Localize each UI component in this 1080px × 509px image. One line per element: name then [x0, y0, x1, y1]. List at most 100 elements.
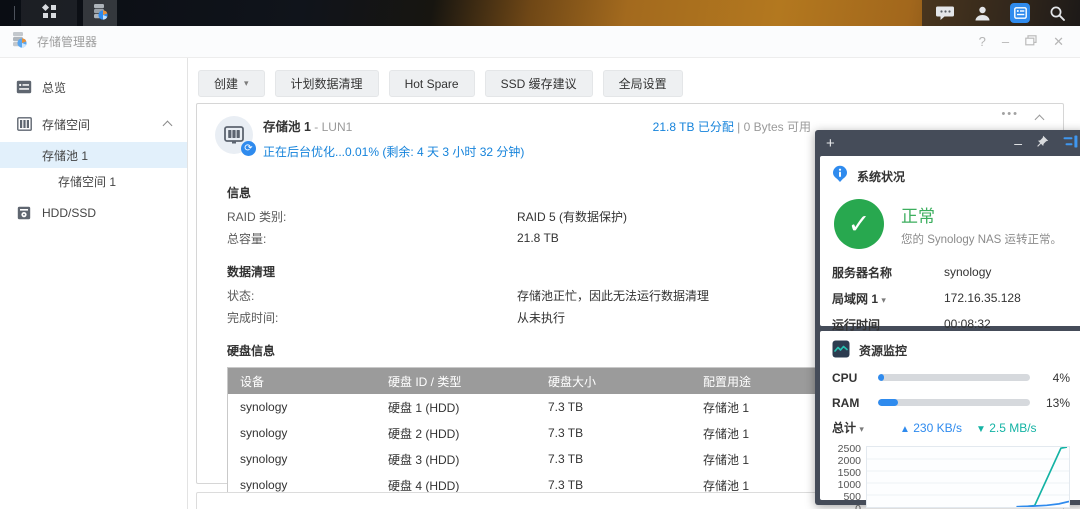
row-label: RAID 类别: [227, 208, 517, 225]
sync-badge-icon: ⟳ [241, 141, 256, 156]
widget-title: 系统状况 [857, 168, 905, 185]
resource-monitor-header: 资源监控 [832, 340, 1070, 361]
row-label: 服务器名称 [832, 264, 944, 281]
cpu-percent: 4% [1040, 371, 1070, 385]
download-rate: ▼ 2.5 MB/s [976, 421, 1037, 435]
overview-icon [16, 79, 32, 95]
cell-size: 7.3 TB [548, 452, 703, 466]
cpu-label: CPU [832, 371, 878, 385]
button-label: 计划数据清理 [291, 75, 363, 92]
window-title: 存储管理器 [37, 33, 97, 50]
cell-id-type: 硬盘 3 (HDD) [388, 451, 548, 468]
health-check-icon: ✓ [834, 199, 884, 249]
row-label: 完成时间: [227, 309, 517, 326]
dock-panel-icon[interactable] [1063, 135, 1078, 151]
ram-bar [878, 399, 1030, 406]
row-label[interactable]: 局域网 1 ▾ [832, 290, 944, 307]
sidebar-item-label: 存储池 1 [42, 147, 88, 164]
sidebar-item-label: 存储空间 1 [58, 173, 116, 190]
hot-spare-button[interactable]: Hot Spare [389, 70, 475, 97]
cell-id-type: 硬盘 2 (HDD) [388, 425, 548, 442]
resource-monitor-widget: 资源监控 CPU 4% RAM 13% 总计 ▾ ▲ 230 KB/s ▼ 2.… [820, 331, 1080, 500]
row-value: 从未执行 [517, 309, 565, 326]
data-scrubbing-schedule-button[interactable]: 计划数据清理 [275, 70, 379, 97]
upload-arrow-icon: ▲ [900, 424, 910, 435]
cell-device: synology [228, 452, 388, 466]
collapse-icon[interactable] [1036, 116, 1043, 123]
row-label: 运行时间 [832, 316, 944, 333]
taskbar [0, 0, 1080, 26]
column-header: 硬盘大小 [548, 373, 703, 390]
taskbar-storage-manager-button[interactable] [83, 0, 117, 26]
caret-down-icon: ▾ [881, 295, 886, 305]
pin-icon[interactable] [1036, 135, 1049, 151]
sidebar-item-label: 存储空间 [42, 116, 90, 133]
row-value: synology [944, 265, 991, 279]
notifications-icon[interactable] [936, 5, 955, 22]
row-value: 172.16.35.128 [944, 291, 1021, 305]
window-titlebar: 存储管理器 ? – ✕ [0, 26, 1080, 58]
help-button[interactable]: ? [979, 34, 986, 49]
row-value: 00:08:32 [944, 317, 991, 331]
cell-device: synology [228, 426, 388, 440]
ssd-cache-advisor-button[interactable]: SSD 缓存建议 [485, 70, 593, 97]
user-account-icon[interactable] [974, 5, 991, 22]
pool-allocation: 21.8 TB 已分配 | 0 Bytes 可用 [653, 118, 811, 135]
ram-percent: 13% [1040, 396, 1070, 410]
global-settings-button[interactable]: 全局设置 [603, 70, 683, 97]
storage-manager-title-icon [10, 31, 28, 52]
search-icon[interactable] [1049, 5, 1066, 22]
server-name-row: 服务器名称 synology [832, 259, 1070, 285]
pool-name: 存储池 1 [263, 120, 311, 134]
cell-size: 7.3 TB [548, 400, 703, 414]
sidebar-item-label: 总览 [42, 79, 66, 96]
widgets-panel-header: + – [820, 130, 1080, 156]
row-value: 存储池正忙，因此无法运行数据清理 [517, 287, 709, 304]
create-button[interactable]: 创建 ▾ [198, 70, 265, 97]
lan-row: 局域网 1 ▾ 172.16.35.128 [832, 285, 1070, 311]
widgets-icon[interactable] [1010, 3, 1030, 23]
sidebar-item-volume-1[interactable]: 存储空间 1 [0, 168, 187, 194]
chevron-up-icon[interactable] [163, 121, 173, 131]
desktop: 存储管理器 ? – ✕ 总览 存储空间 [0, 0, 1080, 509]
cell-id-type: 硬盘 1 (HDD) [388, 399, 548, 416]
column-header: 设备 [228, 373, 388, 390]
row-value: 21.8 TB [517, 231, 559, 245]
main-menu-icon [41, 3, 58, 23]
toolbar: 创建 ▾ 计划数据清理 Hot Spare SSD 缓存建议 全局设置 [188, 58, 1080, 97]
taskbar-divider [14, 6, 15, 20]
total-label[interactable]: 总计 ▾ [832, 419, 878, 436]
main-menu-button[interactable] [21, 0, 77, 26]
storage-pool-icon: ⟳ [215, 116, 253, 154]
hdd-icon [16, 205, 32, 221]
restore-button[interactable] [1025, 34, 1037, 49]
sidebar-item-hdd-ssd[interactable]: HDD/SSD [0, 200, 187, 226]
sidebar-item-overview[interactable]: 总览 [0, 74, 187, 100]
caret-down-icon: ▾ [859, 424, 864, 434]
cell-size: 7.3 TB [548, 478, 703, 492]
cell-device: synology [228, 400, 388, 414]
cell-device: synology [228, 478, 388, 492]
storage-volumes-icon [16, 116, 32, 132]
more-options-icon[interactable]: ••• [1001, 108, 1019, 120]
chart-y-axis: 2500 2000 1500 1000 500 0 [832, 443, 866, 509]
sidebar: 总览 存储空间 存储池 1 存储空间 1 HDD/SSD [0, 58, 188, 509]
download-series-line [1016, 447, 1067, 507]
minimize-widgets-button[interactable]: – [1014, 135, 1022, 151]
pool-lun: - LUN1 [314, 120, 352, 134]
upload-series-line [1016, 501, 1069, 506]
button-label: Hot Spare [405, 77, 459, 91]
sidebar-item-storage[interactable]: 存储空间 [0, 111, 187, 137]
close-button[interactable]: ✕ [1053, 34, 1064, 50]
minimize-button[interactable]: – [1002, 34, 1009, 49]
cpu-bar [878, 374, 1030, 381]
add-widget-button[interactable]: + [826, 135, 835, 152]
info-pin-icon [832, 165, 848, 187]
ram-label: RAM [832, 396, 878, 410]
taskbar-tray [922, 0, 1080, 26]
health-status: ✓ 正常 您的 Synology NAS 运转正常。 [834, 199, 1070, 249]
widget-title: 资源监控 [859, 342, 907, 359]
sidebar-item-storage-pool-1[interactable]: 存储池 1 [0, 142, 187, 168]
create-button-label: 创建 [214, 75, 238, 92]
health-description: 您的 Synology NAS 运转正常。 [901, 231, 1062, 247]
